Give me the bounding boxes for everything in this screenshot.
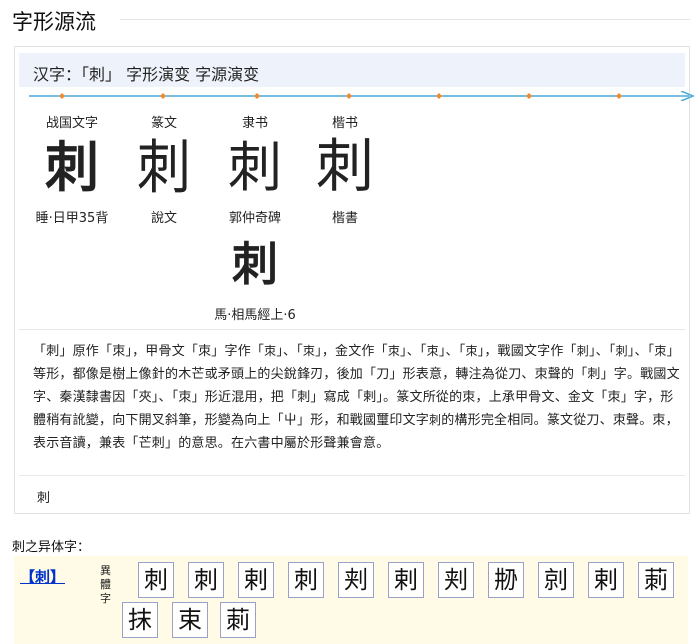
glyph-seal: 刺 [137, 133, 191, 202]
panel-divider [19, 475, 685, 476]
ancient-glyph: 朿 [387, 344, 401, 358]
variant-char[interactable]: 莿 [220, 602, 256, 638]
variant-char[interactable]: 剌 [588, 562, 624, 598]
ancient-glyph: 刺 [576, 344, 589, 358]
glyph-clerical: 刺 [228, 136, 282, 199]
variant-char[interactable]: 刺 [138, 562, 174, 598]
stage-label-warring-states: 战国文字 [45, 116, 98, 131]
ancient-glyph: 刺 [429, 413, 442, 427]
variant-char[interactable]: 抹 [122, 602, 158, 638]
timeline-arrow [29, 91, 695, 101]
ancient-glyph: 朿 [264, 344, 277, 358]
ancient-glyph: 朿 [426, 344, 439, 358]
variants-title: 刺之异体字： [12, 540, 91, 555]
variant-head-link[interactable]: 【刺】 [20, 566, 65, 587]
glyph-warring-states: 刺 [45, 136, 99, 199]
timeline-marker [526, 93, 532, 99]
evolution-panel: 汉字：「刺」 字形演变 字源演变 战国文字 篆文 隶书 楷书 刺 刺 刺 刺 睡… [14, 46, 695, 514]
timeline-marker [346, 93, 352, 99]
timeline-marker [160, 93, 166, 99]
timeline-marker [59, 93, 65, 99]
timeline-marker [616, 93, 622, 99]
ancient-glyph: 朿 [465, 344, 478, 358]
glyph-regular: 刺 [315, 132, 374, 200]
footer-char: 刺 [37, 491, 51, 506]
variant-char[interactable]: 剌 [238, 562, 274, 598]
variant-char[interactable]: 刺 [188, 562, 224, 598]
stage-label-seal: 篆文 [150, 116, 177, 131]
variant-char[interactable]: 剌 [388, 562, 424, 598]
ancient-glyph: 朿 [302, 344, 316, 358]
variant-char[interactable]: 刾 [438, 562, 474, 598]
panel-divider [19, 329, 685, 330]
ancient-glyph: 朿 [654, 344, 667, 358]
stage-label-regular: 楷书 [331, 116, 358, 131]
variant-char[interactable]: 剠 [538, 562, 574, 598]
variants-panel: 【刺】 異體字 刺 刺 剌 刺 刾 剌 刾 刱 剠 剌 莿 抹 束 莿 [14, 556, 688, 644]
variant-char[interactable]: 莿 [638, 562, 674, 598]
section-title: 字形源流 [12, 10, 96, 34]
variant-tag: 異體字 [100, 564, 111, 605]
glyph-source: 楷書 [331, 211, 358, 226]
section-divider [120, 19, 690, 20]
stage-label-clerical: 隶书 [241, 116, 268, 131]
glyph-source: 馬·相馬經上·6 [214, 308, 296, 323]
variant-char[interactable]: 刺 [288, 562, 324, 598]
panel-header: 汉字：「刺」 字形演变 字源演变 [19, 53, 685, 87]
glyph-silk-manuscript: 刺 [232, 237, 278, 291]
ancient-glyph: 刺 [615, 344, 628, 358]
variant-char[interactable]: 刾 [338, 562, 374, 598]
variant-char[interactable]: 刱 [488, 562, 524, 598]
timeline-marker [436, 93, 442, 99]
timeline-marker [254, 93, 260, 99]
variant-char[interactable]: 束 [172, 602, 208, 638]
etymology-paragraph: 「刺」原作「朿」，甲骨文「朿」字作「朿」、「朿」，金文作「朿」、「朿」、「朿」，… [33, 340, 681, 455]
panel-header-text: 汉字：「刺」 字形演变 字源演变 [33, 65, 260, 84]
